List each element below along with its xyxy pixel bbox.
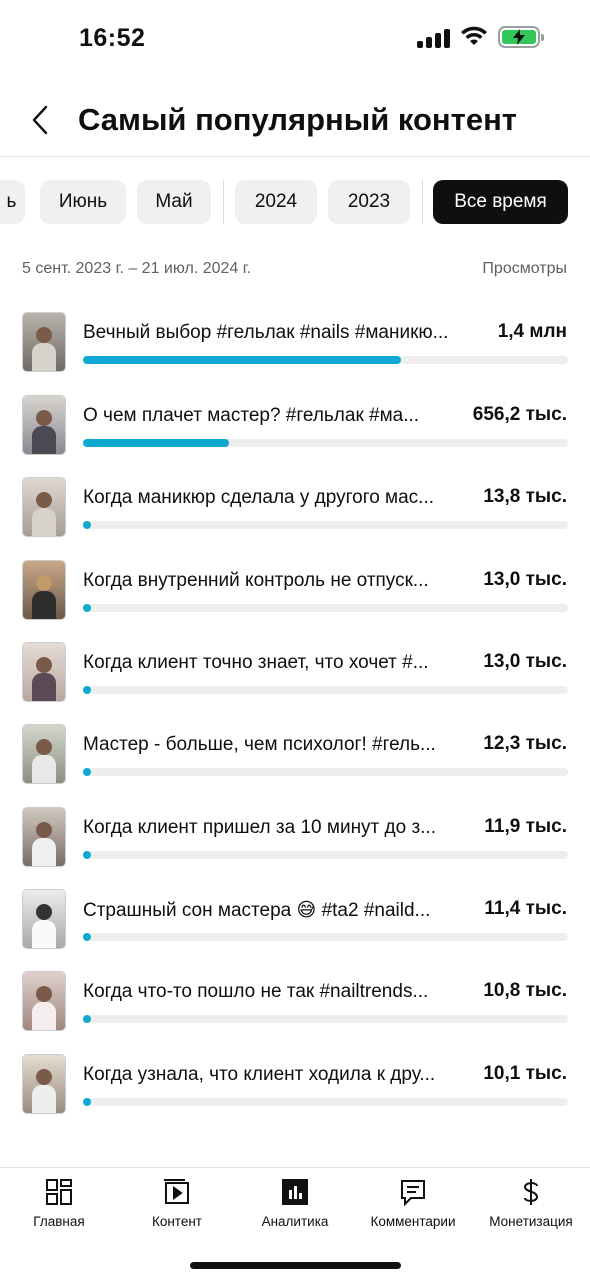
chip-july[interactable]: ь [0,180,25,224]
progress-track [83,439,568,447]
view-count: 13,8 тыс. [483,486,567,507]
video-title: Когда клиент пришел за 10 минут до з... [83,817,437,838]
header: Самый популярный контент [0,86,590,156]
chip-may[interactable]: Май [137,180,211,224]
view-count: 13,0 тыс. [483,569,567,590]
progress-track [83,1098,568,1106]
video-title: Когда клиент точно знает, что хочет #... [83,652,429,673]
nav-monetization[interactable]: Монетизация [472,1178,590,1238]
progress-track [83,686,568,694]
video-thumbnail [22,807,66,867]
back-button[interactable] [20,100,60,140]
progress-track [83,851,568,859]
video-thumbnail [22,312,66,372]
progress-track [83,933,568,941]
chip-divider [223,180,224,224]
analytics-chart-icon [281,1178,309,1206]
video-thumbnail [22,971,66,1031]
content-play-icon [163,1178,191,1206]
progress-bar [83,439,229,447]
progress-track [83,521,568,529]
video-title: Когда узнала, что клиент ходила к дру... [83,1064,436,1085]
nav-analytics[interactable]: Аналитика [236,1178,354,1238]
nav-label: Аналитика [261,1214,329,1229]
date-range: 5 сент. 2023 г. – 21 июл. 2024 г. [22,260,252,277]
home-indicator [190,1262,401,1269]
video-title: Когда что-то пошло не так #nailtrends... [83,981,429,1002]
video-title: Вечный выбор #гельлак #nails #маникю... [83,322,449,343]
nav-label: Контент [151,1214,202,1229]
progress-bar [83,356,401,364]
dollar-icon [517,1178,545,1206]
video-thumbnail [22,724,66,784]
status-time: 16:52 [79,24,146,52]
signal-icon [417,26,450,48]
progress-bar [83,521,91,529]
chip-all-time[interactable]: Все время [433,180,568,224]
video-thumbnail [22,642,66,702]
view-count: 11,9 тыс. [484,816,567,837]
list-item[interactable]: Когда узнала, что клиент ходила к дру...… [0,1054,590,1116]
list-item[interactable]: Когда маникюр сделала у другого мас... 1… [0,477,590,539]
list-item[interactable]: Когда внутренний контроль не отпуск... 1… [0,560,590,622]
list-item[interactable]: О чем плачет мастер? #гельлак #ма... 656… [0,395,590,457]
nav-label: Главная [33,1214,85,1229]
list-item[interactable]: Когда что-то пошло не так #nailtrends...… [0,971,590,1033]
video-title: Страшный сон мастера 😅 #ta2 #naild... [83,900,431,921]
progress-bar [83,1098,91,1106]
view-count: 11,4 тыс. [484,898,567,919]
progress-bar [83,768,91,776]
progress-bar [83,686,91,694]
status-bar: 16:52 [0,0,590,80]
progress-track [83,768,568,776]
progress-bar [83,604,91,612]
list-item[interactable]: Когда клиент точно знает, что хочет #...… [0,642,590,704]
view-count: 10,1 тыс. [483,1063,567,1084]
video-title: Когда внутренний контроль не отпуск... [83,570,429,591]
progress-track [83,1015,568,1023]
home-grid-icon [45,1178,73,1206]
chevron-left-icon [32,105,48,135]
page-title: Самый популярный контент [78,102,517,137]
video-thumbnail [22,889,66,949]
wifi-icon [461,26,487,45]
list-item[interactable]: Мастер - больше, чем психолог! #гель... … [0,724,590,786]
list-item[interactable]: Когда клиент пришел за 10 минут до з... … [0,807,590,869]
chip-june[interactable]: Июнь [40,180,126,224]
view-count: 13,0 тыс. [483,651,567,672]
video-thumbnail [22,560,66,620]
chip-2023[interactable]: 2023 [328,180,410,224]
nav-content[interactable]: Контент [118,1178,236,1238]
view-count: 10,8 тыс. [483,980,567,1001]
progress-bar [83,933,91,941]
nav-comments[interactable]: Комментарии [354,1178,472,1238]
video-title: О чем плачет мастер? #гельлак #ма... [83,405,420,426]
chip-2024[interactable]: 2024 [235,180,317,224]
nav-label: Комментарии [370,1214,456,1229]
view-count: 1,4 млн [497,321,567,342]
progress-track [83,356,568,364]
chip-divider [422,180,423,224]
progress-track [83,604,568,612]
progress-bar [83,851,91,859]
battery-charging-icon [498,26,544,48]
video-thumbnail [22,1054,66,1114]
header-divider [0,156,590,157]
view-count: 656,2 тыс. [472,404,567,425]
status-icons [417,26,544,48]
nav-label: Монетизация [489,1214,573,1229]
period-filter-chips: ь Июнь Май 2024 2023 Все время [0,180,590,224]
video-title: Мастер - больше, чем психолог! #гель... [83,734,436,755]
comments-icon [399,1178,427,1206]
video-thumbnail [22,395,66,455]
list-item[interactable]: Страшный сон мастера 😅 #ta2 #naild... 11… [0,889,590,951]
nav-home[interactable]: Главная [0,1178,118,1238]
progress-bar [83,1015,91,1023]
video-title: Когда маникюр сделала у другого мас... [83,487,435,508]
metric-label: Просмотры [482,260,567,277]
list-item[interactable]: Вечный выбор #гельлак #nails #маникю... … [0,312,590,374]
video-thumbnail [22,477,66,537]
view-count: 12,3 тыс. [483,733,567,754]
